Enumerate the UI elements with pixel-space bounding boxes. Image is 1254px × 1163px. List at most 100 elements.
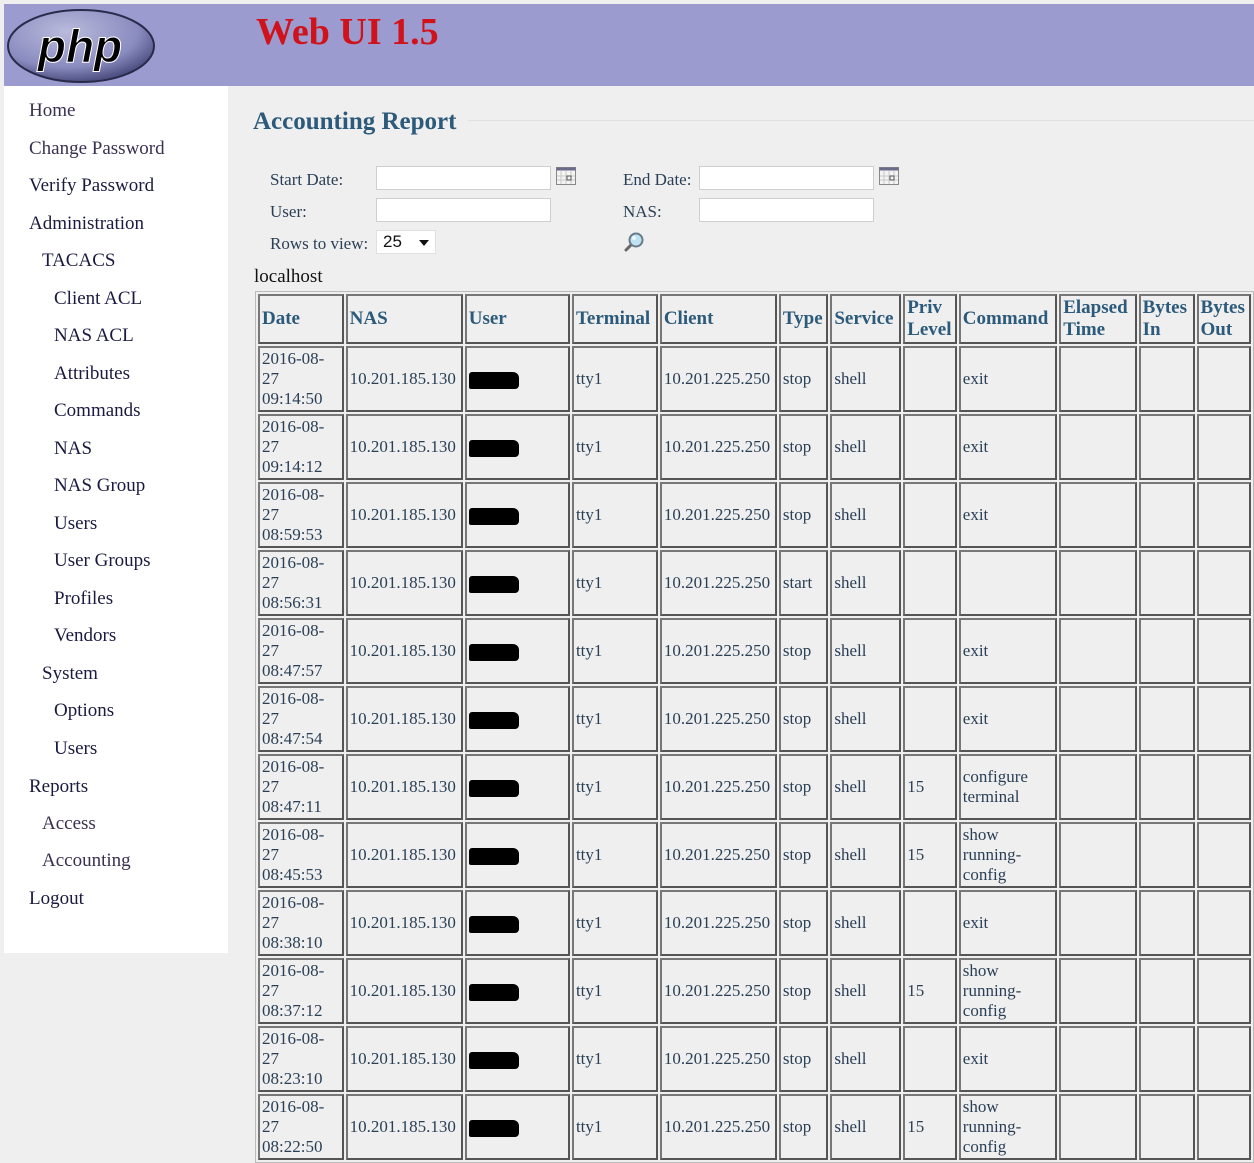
column-header-client: Client [659, 294, 777, 344]
cell-priv [903, 618, 957, 684]
sidebar-item-users[interactable]: Users [54, 738, 97, 760]
sidebar-item-client-acl[interactable]: Client ACL [54, 288, 142, 310]
cell-nas: 10.201.185.130 [345, 1026, 463, 1092]
svg-text:php: php [36, 20, 122, 72]
redacted-user [468, 847, 519, 865]
sidebar-item-commands[interactable]: Commands [54, 400, 141, 422]
cell-terminal: tty1 [571, 414, 658, 480]
sidebar-item-tacacs[interactable]: TACACS [42, 250, 115, 272]
redacted-user [468, 643, 519, 661]
column-header-bytes-in: Bytes In [1138, 294, 1195, 344]
cell-user [464, 482, 570, 548]
date-value: 2016-08-27 [262, 1029, 325, 1068]
cell-terminal: tty1 [571, 754, 658, 820]
cell-command: exit [958, 346, 1058, 412]
cell-user [464, 958, 570, 1024]
cell-bytes-in [1138, 890, 1195, 956]
end-date-input[interactable] [699, 166, 874, 190]
cell-type: stop [778, 686, 829, 752]
cell-date: 2016-08-27 08:23:10 [258, 1026, 344, 1092]
column-header-bytes-out: Bytes Out [1196, 294, 1251, 344]
cell-date: 2016-08-27 09:14:12 [258, 414, 344, 480]
redacted-user [468, 1051, 519, 1069]
user-input[interactable] [376, 198, 551, 222]
cell-date: 2016-08-27 08:59:53 [258, 482, 344, 548]
cell-client: 10.201.225.250 [659, 482, 777, 548]
cell-date: 2016-08-27 08:47:11 [258, 754, 344, 820]
sidebar-item-nas[interactable]: NAS [54, 438, 92, 460]
sidebar-item-user-groups[interactable]: User Groups [54, 550, 151, 572]
cell-service: shell [830, 754, 902, 820]
cell-user [464, 414, 570, 480]
sidebar-item-nas-acl[interactable]: NAS ACL [54, 325, 134, 347]
time-value: 08:47:11 [262, 797, 322, 816]
cell-client: 10.201.225.250 [659, 618, 777, 684]
time-value: 08:23:10 [262, 1069, 323, 1088]
sidebar-item-reports[interactable]: Reports [29, 776, 88, 798]
date-value: 2016-08-27 [262, 621, 325, 660]
cell-date: 2016-08-27 08:38:10 [258, 890, 344, 956]
date-value: 2016-08-27 [262, 893, 325, 932]
cell-nas: 10.201.185.130 [345, 1094, 463, 1160]
time-value: 08:47:54 [262, 729, 323, 748]
cell-bytes-out [1196, 1026, 1251, 1092]
cell-elapsed [1059, 754, 1137, 820]
cell-user [464, 890, 570, 956]
redacted-user [468, 711, 519, 729]
sidebar-item-administration[interactable]: Administration [29, 213, 144, 235]
column-header-type: Type [778, 294, 829, 344]
sidebar-item-vendors[interactable]: Vendors [54, 625, 116, 647]
cell-service: shell [830, 346, 902, 412]
table-row: 2016-08-27 08:59:53 10.201.185.130 tty1 10.2… [258, 482, 1251, 548]
cell-client: 10.201.225.250 [659, 822, 777, 888]
sidebar-item-verify-password[interactable]: Verify Password [29, 175, 154, 197]
cell-nas: 10.201.185.130 [345, 822, 463, 888]
cell-terminal: tty1 [571, 686, 658, 752]
cell-priv [903, 482, 957, 548]
cell-bytes-out [1196, 414, 1251, 480]
cell-elapsed [1059, 1094, 1137, 1160]
cell-elapsed [1059, 890, 1137, 956]
cell-client: 10.201.225.250 [659, 550, 777, 616]
calendar-icon[interactable] [556, 167, 576, 185]
cell-nas: 10.201.185.130 [345, 754, 463, 820]
main-content: Accounting Report Start Date: End Date: … [228, 86, 1254, 1163]
sidebar-item-users[interactable]: Users [54, 513, 97, 535]
cell-client: 10.201.225.250 [659, 890, 777, 956]
start-date-input[interactable] [376, 166, 551, 190]
app-title: Web UI 1.5 [256, 11, 439, 53]
nas-label: NAS: [623, 202, 662, 221]
column-header-user: User [464, 294, 570, 344]
calendar-icon[interactable] [879, 167, 899, 185]
title-divider [468, 120, 1254, 121]
rows-to-view-select[interactable]: 25 [376, 230, 436, 254]
table-row: 2016-08-27 08:22:50 10.201.185.130 tty1 10.2… [258, 1094, 1251, 1160]
sidebar-item-home[interactable]: Home [29, 100, 75, 122]
cell-bytes-in [1138, 618, 1195, 684]
sidebar-item-logout[interactable]: Logout [29, 888, 84, 910]
cell-nas: 10.201.185.130 [345, 618, 463, 684]
cell-bytes-out [1196, 1094, 1251, 1160]
sidebar-item-access[interactable]: Access [42, 813, 96, 835]
accounting-table: Date NAS User Terminal Client Type Service Priv… [255, 291, 1254, 1163]
cell-elapsed [1059, 482, 1137, 548]
cell-type: stop [778, 482, 829, 548]
start-date-label: Start Date: [270, 170, 344, 189]
cell-service: shell [830, 890, 902, 956]
cell-priv: 15 [903, 958, 957, 1024]
sidebar-item-options[interactable]: Options [54, 700, 114, 722]
table-row: 2016-08-27 08:47:57 10.201.185.130 tty1 10.2… [258, 618, 1251, 684]
cell-bytes-in [1138, 686, 1195, 752]
redacted-user [468, 915, 519, 933]
sidebar-item-accounting[interactable]: Accounting [42, 850, 131, 872]
cell-client: 10.201.225.250 [659, 1094, 777, 1160]
cell-date: 2016-08-27 08:47:57 [258, 618, 344, 684]
sidebar-item-nas-group[interactable]: NAS Group [54, 475, 145, 497]
sidebar-item-system[interactable]: System [42, 663, 98, 685]
date-value: 2016-08-27 [262, 1097, 325, 1136]
sidebar-item-attributes[interactable]: Attributes [54, 363, 130, 385]
sidebar-item-profiles[interactable]: Profiles [54, 588, 113, 610]
nas-input[interactable] [699, 198, 874, 222]
sidebar-item-change-password[interactable]: Change Password [29, 138, 165, 160]
search-icon[interactable] [623, 231, 645, 253]
